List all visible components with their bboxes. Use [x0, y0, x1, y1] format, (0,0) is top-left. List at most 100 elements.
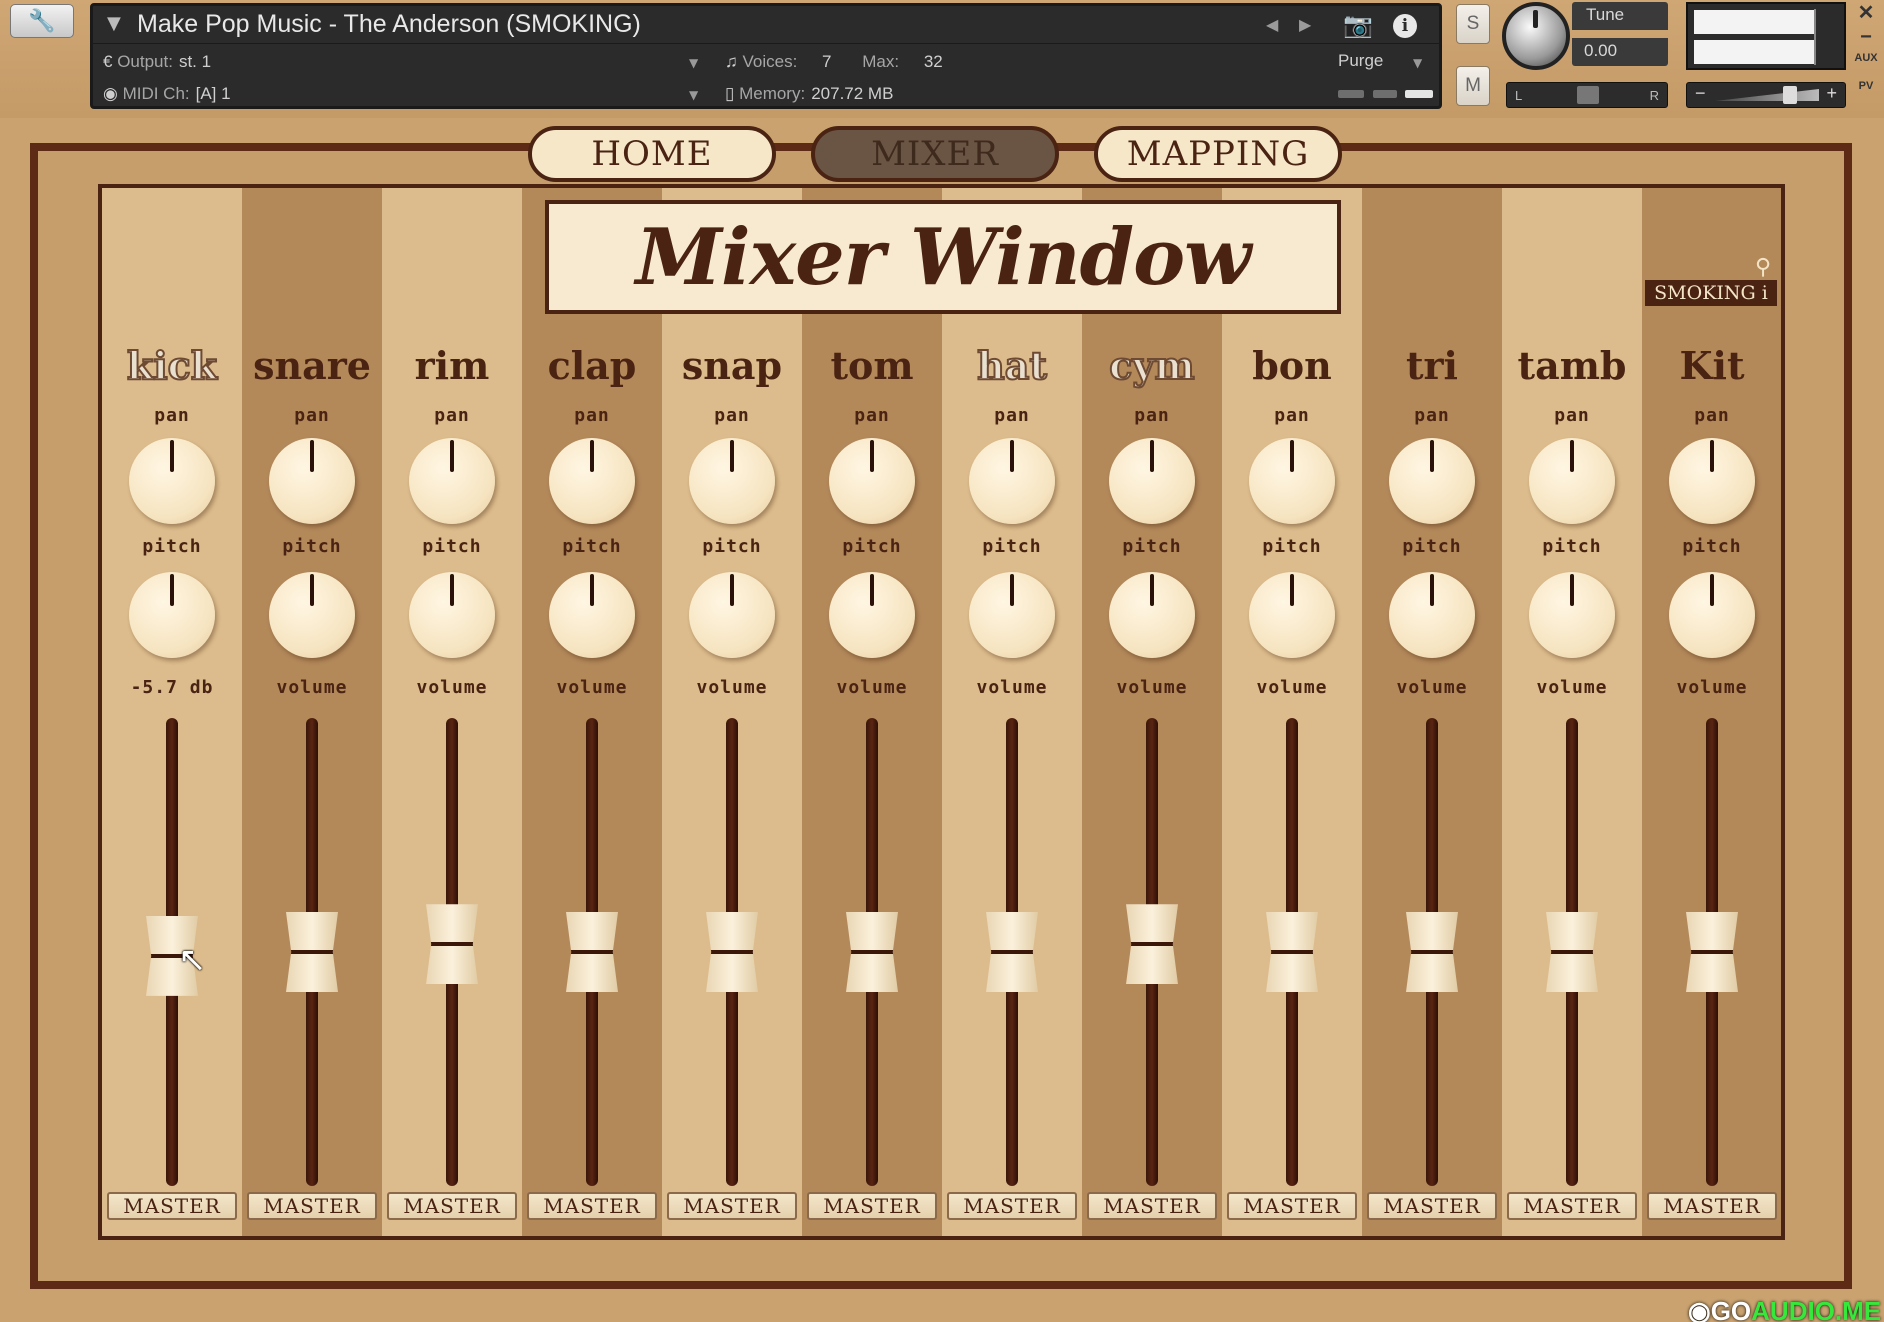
- channel-name-tri[interactable]: tri: [1362, 343, 1502, 388]
- prev-instrument-icon[interactable]: ◀: [1266, 15, 1278, 34]
- max-voices-value[interactable]: 32: [924, 52, 943, 71]
- pan-knob-tri[interactable]: [1389, 438, 1475, 524]
- volume-fader-handle-cym[interactable]: [1126, 904, 1178, 985]
- pitch-knob-hat[interactable]: [969, 572, 1055, 658]
- volume-handle[interactable]: [1783, 86, 1797, 104]
- channel-name-snap[interactable]: snap: [662, 343, 802, 388]
- pitch-knob-kit[interactable]: [1669, 572, 1755, 658]
- pan-knob-tom[interactable]: [829, 438, 915, 524]
- camera-icon[interactable]: 📷: [1343, 11, 1373, 39]
- wrench-icon[interactable]: 🔧: [10, 4, 74, 38]
- volume-fader-handle-bon[interactable]: [1266, 912, 1318, 992]
- master-output-button[interactable]: MASTER: [947, 1192, 1077, 1220]
- volume-fader-handle-hat[interactable]: [986, 912, 1038, 992]
- channel-name-rim[interactable]: rim: [382, 343, 522, 388]
- master-output-button[interactable]: MASTER: [1087, 1192, 1217, 1220]
- pan-knob-cym[interactable]: [1109, 438, 1195, 524]
- volume-fader-handle-clap[interactable]: [566, 912, 618, 992]
- volume-fader-handle-tom[interactable]: [846, 912, 898, 992]
- pan-label: pan: [714, 405, 750, 426]
- master-output-button[interactable]: MASTER: [1227, 1192, 1357, 1220]
- pv-button[interactable]: PV: [1852, 80, 1880, 92]
- master-output-button[interactable]: MASTER: [1367, 1192, 1497, 1220]
- channel-name-kick[interactable]: kick: [102, 342, 242, 389]
- channel-name-tom[interactable]: tom: [802, 343, 942, 388]
- master-output-button[interactable]: MASTER: [527, 1192, 657, 1220]
- pitch-knob-tri[interactable]: [1389, 572, 1475, 658]
- volume-label: -5.7 db: [130, 677, 214, 698]
- info-icon[interactable]: i: [1393, 14, 1417, 38]
- output-selector[interactable]: € Output: st. 1: [103, 52, 211, 72]
- channel-name-bon[interactable]: bon: [1222, 343, 1362, 388]
- pan-knob-bon[interactable]: [1249, 438, 1335, 524]
- pitch-label: pitch: [142, 536, 202, 557]
- pitch-knob-clap[interactable]: [549, 572, 635, 658]
- purge-dropdown-icon[interactable]: ▼: [1413, 56, 1422, 70]
- mouse-cursor-icon: ↖: [178, 940, 207, 980]
- volume-fader-handle-tamb[interactable]: [1546, 912, 1598, 992]
- midi-dropdown-icon[interactable]: ▼: [689, 88, 698, 102]
- purge-button[interactable]: Purge: [1338, 51, 1383, 71]
- channel-name-tamb[interactable]: tamb: [1502, 343, 1642, 388]
- volume-fader-handle-snap[interactable]: [706, 912, 758, 992]
- master-output-button[interactable]: MASTER: [667, 1192, 797, 1220]
- search-icon[interactable]: ⚲: [1755, 255, 1771, 280]
- master-output-button[interactable]: MASTER: [387, 1192, 517, 1220]
- pan-label: pan: [154, 405, 190, 426]
- pan-knob-clap[interactable]: [549, 438, 635, 524]
- volume-label: volume: [556, 677, 628, 698]
- close-icon[interactable]: ✕: [1852, 0, 1880, 25]
- purge-indicator: [1373, 90, 1397, 98]
- channel-name-snare[interactable]: snare: [242, 343, 382, 388]
- pitch-knob-snare[interactable]: [269, 572, 355, 658]
- pitch-knob-rim[interactable]: [409, 572, 495, 658]
- pan-knob-tamb[interactable]: [1529, 438, 1615, 524]
- volume-label: volume: [276, 677, 348, 698]
- solo-button[interactable]: S: [1456, 4, 1490, 44]
- pan-knob-snap[interactable]: [689, 438, 775, 524]
- pitch-knob-bon[interactable]: [1249, 572, 1335, 658]
- pan-knob-rim[interactable]: [409, 438, 495, 524]
- volume-fader-handle-kit[interactable]: [1686, 912, 1738, 992]
- pitch-label: pitch: [1122, 536, 1182, 557]
- pan-label: pan: [1554, 405, 1590, 426]
- pitch-knob-kick[interactable]: [129, 572, 215, 658]
- midi-channel-selector[interactable]: ◉ MIDI Ch: [A] 1: [103, 84, 231, 104]
- volume-fader-handle-rim[interactable]: [426, 904, 478, 985]
- aux-button[interactable]: AUX: [1852, 52, 1880, 64]
- master-output-button[interactable]: MASTER: [1507, 1192, 1637, 1220]
- channel-name-kit[interactable]: Kit: [1642, 343, 1782, 388]
- channel-name-clap[interactable]: clap: [522, 343, 662, 388]
- pitch-knob-cym[interactable]: [1109, 572, 1195, 658]
- pitch-knob-tamb[interactable]: [1529, 572, 1615, 658]
- pan-knob-hat[interactable]: [969, 438, 1055, 524]
- next-instrument-icon[interactable]: ▶: [1299, 15, 1311, 34]
- pitch-knob-snap[interactable]: [689, 572, 775, 658]
- master-output-button[interactable]: MASTER: [107, 1192, 237, 1220]
- pitch-knob-tom[interactable]: [829, 572, 915, 658]
- pan-slider[interactable]: L R: [1506, 82, 1668, 108]
- channel-name-cym[interactable]: cym: [1082, 342, 1222, 389]
- pan-knob-kit[interactable]: [1669, 438, 1755, 524]
- tab-home[interactable]: HOME: [528, 126, 776, 182]
- master-output-button[interactable]: MASTER: [1647, 1192, 1777, 1220]
- tune-value[interactable]: 0.00: [1572, 38, 1668, 66]
- tab-mixer[interactable]: MIXER: [811, 126, 1059, 182]
- volume-label: volume: [836, 677, 908, 698]
- output-dropdown-icon[interactable]: ▼: [689, 56, 698, 70]
- pan-knob-kick[interactable]: [129, 438, 215, 524]
- volume-slider[interactable]: − +: [1686, 82, 1846, 108]
- kit-badge[interactable]: SMOKING i: [1645, 280, 1777, 306]
- tab-mapping[interactable]: MAPPING: [1094, 126, 1342, 182]
- volume-fader-handle-snare[interactable]: [286, 912, 338, 992]
- pan-knob-snare[interactable]: [269, 438, 355, 524]
- master-output-button[interactable]: MASTER: [247, 1192, 377, 1220]
- channel-name-hat[interactable]: hat: [942, 342, 1082, 389]
- volume-fader-handle-tri[interactable]: [1406, 912, 1458, 992]
- minimize-icon[interactable]: −: [1852, 26, 1880, 49]
- mute-button[interactable]: M: [1456, 66, 1490, 106]
- tune-knob[interactable]: [1502, 2, 1570, 70]
- collapse-arrow-icon[interactable]: ▼: [107, 13, 121, 34]
- master-output-button[interactable]: MASTER: [807, 1192, 937, 1220]
- pan-handle[interactable]: [1577, 86, 1599, 104]
